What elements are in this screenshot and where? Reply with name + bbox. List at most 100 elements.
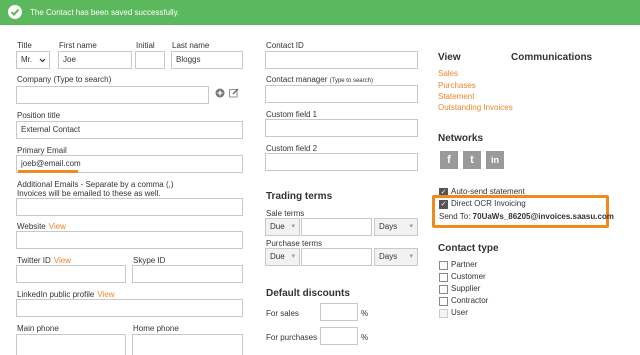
- main-phone-input[interactable]: [16, 334, 126, 355]
- contact-type-customer-checkbox[interactable]: [439, 273, 448, 282]
- website-label: Website: [17, 222, 46, 231]
- default-discounts-heading: Default discounts: [266, 288, 350, 299]
- linkedin-view-link[interactable]: View: [97, 290, 114, 299]
- sale-terms-label: Sale terms: [266, 209, 305, 218]
- contact-manager-input[interactable]: [265, 85, 418, 103]
- view-link-sales[interactable]: Sales: [438, 69, 458, 78]
- for-sales-label: For sales: [266, 309, 299, 318]
- linkedin-label: LinkedIn public profile: [17, 290, 95, 299]
- website-view-link[interactable]: View: [49, 222, 66, 231]
- trading-terms-heading: Trading terms: [266, 191, 333, 202]
- chevron-down-icon: [39, 52, 46, 68]
- position-title-label: Position title: [17, 111, 61, 120]
- custom-field-2-label: Custom field 2: [266, 144, 318, 153]
- custom-field-1-input[interactable]: [265, 119, 418, 137]
- contact-type-user-label: User: [451, 308, 468, 317]
- twitter-label-row: Twitter ID View: [17, 256, 71, 265]
- custom-field-1-label: Custom field 1: [266, 110, 318, 119]
- for-sales-input[interactable]: [320, 303, 358, 321]
- contact-manager-label-row: Contact manager (Type to search): [266, 75, 373, 84]
- additional-emails-input[interactable]: [16, 198, 243, 216]
- company-label: Company (Type to search): [17, 75, 112, 84]
- contact-manager-label: Contact manager: [266, 75, 328, 84]
- facebook-icon[interactable]: f: [440, 151, 458, 169]
- purchase-terms-unit-value: Days: [379, 252, 398, 261]
- initial-label: Initial: [136, 41, 155, 50]
- send-to-row: Send To: 70UaWs_86205@invoices.saasu.com: [439, 212, 614, 221]
- send-to-email: 70UaWs_86205@invoices.saasu.com: [472, 212, 614, 221]
- view-link-purchases[interactable]: Purchases: [438, 81, 476, 90]
- contact-type-customer-label: Customer: [451, 272, 486, 281]
- custom-field-2-input[interactable]: [265, 153, 418, 171]
- additional-emails-note: Invoices will be emailed to these as wel…: [17, 189, 161, 198]
- caret-down-icon: ▾: [291, 253, 295, 260]
- purchase-terms-input[interactable]: [301, 248, 372, 266]
- twitter-label: Twitter ID: [17, 256, 51, 265]
- sale-terms-unit-select[interactable]: Days ▾: [374, 218, 418, 236]
- linkedin-label-row: LinkedIn public profile View: [17, 290, 115, 299]
- initial-input[interactable]: [135, 51, 165, 69]
- for-sales-percent: %: [361, 309, 369, 318]
- for-purchases-label: For purchases: [266, 333, 318, 342]
- edit-icon[interactable]: [229, 88, 239, 100]
- contact-type-heading: Contact type: [438, 243, 499, 254]
- purchase-terms-type-select[interactable]: Due ▾: [265, 248, 300, 266]
- view-link-statement[interactable]: Statement: [438, 92, 474, 101]
- last-name-input[interactable]: Bloggs: [171, 51, 243, 69]
- contact-id-label: Contact ID: [266, 41, 304, 50]
- purchase-terms-unit-select[interactable]: Days ▾: [374, 248, 418, 266]
- additional-emails-label: Additional Emails - Separate by a comma …: [17, 180, 174, 189]
- check-circle-icon: [8, 5, 22, 19]
- title-select[interactable]: Mr.: [16, 51, 50, 69]
- contact-type-contractor-checkbox[interactable]: [439, 297, 448, 306]
- sale-terms-input[interactable]: [301, 218, 372, 236]
- for-purchases-input[interactable]: [320, 327, 358, 345]
- success-message: The Contact has been saved successfully.: [30, 8, 180, 17]
- twitter-view-link[interactable]: View: [54, 256, 71, 265]
- view-link-outstanding-invoices[interactable]: Outstanding Invoices: [438, 103, 513, 112]
- direct-ocr-invoicing-label: Direct OCR Invoicing: [451, 199, 526, 208]
- view-heading: View: [438, 52, 461, 63]
- title-label: Title: [17, 41, 32, 50]
- purchase-terms-label: Purchase terms: [266, 239, 323, 248]
- skype-label: Skype ID: [133, 256, 166, 265]
- sale-terms-type-select[interactable]: Due ▾: [265, 218, 300, 236]
- website-label-row: Website View: [17, 222, 66, 231]
- purchase-terms-type-value: Due: [270, 252, 285, 261]
- caret-down-icon: ▾: [291, 223, 295, 230]
- contact-type-supplier-checkbox[interactable]: [439, 285, 448, 294]
- contact-type-supplier-label: Supplier: [451, 284, 481, 293]
- primary-email-label: Primary Email: [17, 146, 67, 155]
- company-input[interactable]: [16, 86, 209, 104]
- skype-input[interactable]: [132, 265, 243, 283]
- website-input[interactable]: [16, 231, 243, 249]
- contact-type-partner-checkbox[interactable]: [439, 261, 448, 270]
- direct-ocr-invoicing-checkbox[interactable]: ✓: [439, 200, 448, 209]
- title-select-value: Mr.: [21, 55, 33, 64]
- twitter-input[interactable]: [16, 265, 126, 283]
- main-phone-label: Main phone: [17, 324, 59, 333]
- contact-type-user-checkbox: [439, 309, 448, 318]
- first-name-input[interactable]: Joe: [58, 51, 132, 69]
- sale-terms-unit-value: Days: [379, 222, 398, 231]
- sale-terms-type-value: Due: [270, 222, 285, 231]
- success-banner: The Contact has been saved successfully.: [0, 0, 640, 25]
- for-purchases-percent: %: [361, 333, 369, 342]
- home-phone-input[interactable]: [132, 334, 243, 355]
- networks-heading: Networks: [438, 133, 484, 144]
- add-circle-icon[interactable]: [215, 88, 225, 100]
- twitter-icon[interactable]: t: [463, 151, 481, 169]
- communications-heading: Communications: [511, 52, 593, 63]
- caret-down-icon: ▾: [409, 223, 413, 230]
- contact-id-input[interactable]: [265, 51, 418, 69]
- contact-type-partner-label: Partner: [451, 260, 478, 269]
- caret-down-icon: ▾: [409, 253, 413, 260]
- email-highlight-underline: [18, 170, 78, 173]
- linkedin-input[interactable]: [16, 299, 243, 317]
- home-phone-label: Home phone: [133, 324, 179, 333]
- contact-type-contractor-label: Contractor: [451, 296, 489, 305]
- first-name-label: First name: [59, 41, 97, 50]
- position-title-input[interactable]: External Contact: [16, 121, 243, 139]
- last-name-label: Last name: [172, 41, 210, 50]
- linkedin-icon[interactable]: in: [486, 151, 504, 169]
